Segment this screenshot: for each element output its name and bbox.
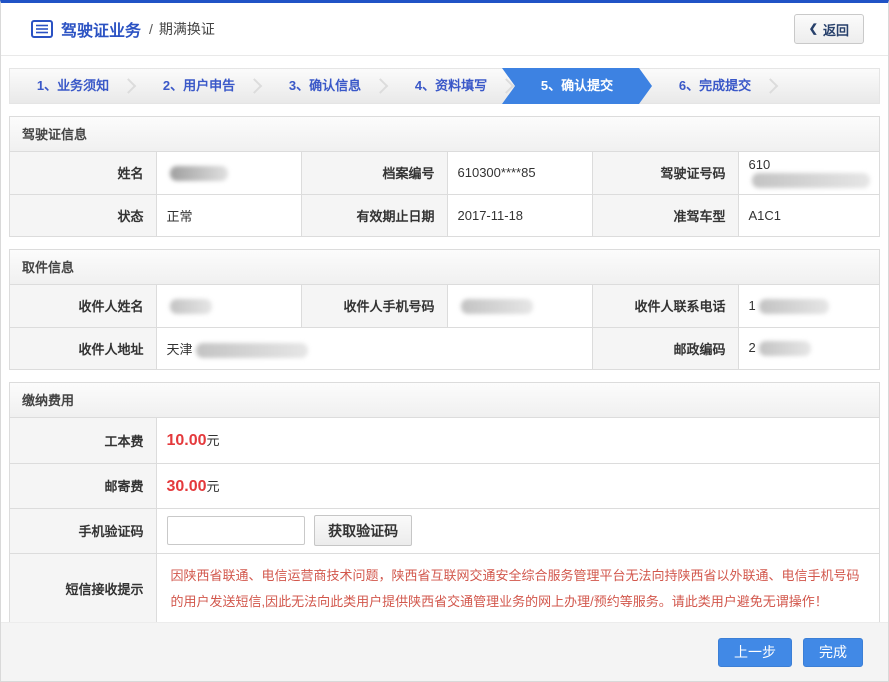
vehicle-class-value: A1C1 <box>738 194 879 236</box>
step-1-business-notice[interactable]: 1、业务须知 <box>10 69 136 103</box>
recipient-mobile-label: 收件人手机号码 <box>301 285 447 327</box>
step-3-confirm-info[interactable]: 3、确认信息 <box>262 69 388 103</box>
page-header: 驾驶证业务 / 期满换证 ❮ 返回 <box>1 3 888 56</box>
table-row: 手机验证码 获取验证码 <box>10 508 879 553</box>
form-list-icon <box>31 20 53 38</box>
sms-code-cell: 获取验证码 <box>156 508 879 553</box>
breadcrumb-separator: / <box>149 21 153 37</box>
production-fee-label: 工本费 <box>10 418 156 463</box>
postal-code-value: 2 <box>738 327 879 369</box>
license-no-value: 610 <box>738 152 879 194</box>
redacted-name <box>170 166 228 181</box>
recipient-address-label: 收件人地址 <box>10 327 156 369</box>
recipient-mobile-value <box>447 285 592 327</box>
mailing-fee-amount: 30.00 <box>167 478 207 495</box>
recipient-phone-value: 1 <box>738 285 879 327</box>
valid-until-value: 2017-11-18 <box>447 194 592 236</box>
pickup-info-panel: 取件信息 收件人姓名 收件人手机号码 收件人联系电话 1 收件人地址 天津 邮政… <box>9 249 880 370</box>
step-2-user-declaration[interactable]: 2、用户申告 <box>136 69 262 103</box>
redacted-recipient-address <box>196 343 308 358</box>
get-code-button[interactable]: 获取验证码 <box>314 515 412 546</box>
production-fee-value: 10.00元 <box>156 418 879 463</box>
table-row: 收件人地址 天津 邮政编码 2 <box>10 327 879 369</box>
previous-step-button[interactable]: 上一步 <box>718 638 792 667</box>
page: 驾驶证业务 / 期满换证 ❮ 返回 1、业务须知 2、用户申告 3、确认信息 4… <box>0 0 889 682</box>
step-6-complete-submit[interactable]: 6、完成提交 <box>652 69 778 103</box>
mailing-fee-label: 邮寄费 <box>10 463 156 508</box>
fees-title: 缴纳费用 <box>10 383 879 418</box>
redacted-recipient-name <box>170 299 212 314</box>
license-info-title: 驾驶证信息 <box>10 117 879 152</box>
fees-table: 工本费 10.00元 邮寄费 30.00元 手机验证码 获取验证码 短信接收提 <box>10 418 879 624</box>
back-button-label: 返回 <box>823 20 849 39</box>
sms-notice-text: 因陕西省联通、电信运营商技术问题，陕西省互联网交通安全综合服务管理平台无法向持陕… <box>156 553 879 624</box>
sms-code-input[interactable] <box>167 516 305 545</box>
vehicle-class-label: 准驾车型 <box>592 194 738 236</box>
postal-code-label: 邮政编码 <box>592 327 738 369</box>
page-title: 驾驶证业务 <box>61 17 141 41</box>
production-fee-unit: 元 <box>207 433 220 448</box>
table-row: 工本费 10.00元 <box>10 418 879 463</box>
status-value: 正常 <box>156 194 301 236</box>
redacted-postal-code <box>759 341 811 356</box>
table-row: 姓名 档案编号 610300****85 驾驶证号码 610 <box>10 152 879 194</box>
recipient-name-value <box>156 285 301 327</box>
valid-until-label: 有效期止日期 <box>301 194 447 236</box>
status-label: 状态 <box>10 194 156 236</box>
fees-panel: 缴纳费用 工本费 10.00元 邮寄费 30.00元 手机验证码 获取验证码 <box>9 382 880 625</box>
redacted-recipient-mobile <box>461 299 533 314</box>
license-info-table: 姓名 档案编号 610300****85 驾驶证号码 610 状态 正常 有效期… <box>10 152 879 236</box>
pickup-info-title: 取件信息 <box>10 250 879 285</box>
license-info-panel: 驾驶证信息 姓名 档案编号 610300****85 驾驶证号码 610 状态 … <box>9 116 880 237</box>
name-label: 姓名 <box>10 152 156 194</box>
back-button[interactable]: ❮ 返回 <box>794 14 864 44</box>
chevron-left-icon: ❮ <box>809 24 818 35</box>
sms-code-label: 手机验证码 <box>10 508 156 553</box>
redacted-recipient-phone <box>759 299 829 314</box>
sms-notice-label: 短信接收提示 <box>10 553 156 624</box>
file-no-label: 档案编号 <box>301 152 447 194</box>
breadcrumb-current: 期满换证 <box>159 19 215 39</box>
name-value <box>156 152 301 194</box>
footer-bar: 上一步 完成 <box>1 622 888 681</box>
recipient-phone-label: 收件人联系电话 <box>592 285 738 327</box>
mailing-fee-unit: 元 <box>207 479 220 494</box>
table-row: 短信接收提示 因陕西省联通、电信运营商技术问题，陕西省互联网交通安全综合服务管理… <box>10 553 879 624</box>
mailing-fee-value: 30.00元 <box>156 463 879 508</box>
recipient-name-label: 收件人姓名 <box>10 285 156 327</box>
table-row: 收件人姓名 收件人手机号码 收件人联系电话 1 <box>10 285 879 327</box>
recipient-address-value: 天津 <box>156 327 592 369</box>
table-row: 邮寄费 30.00元 <box>10 463 879 508</box>
production-fee-amount: 10.00 <box>167 432 207 449</box>
step-5-confirm-submit[interactable]: 5、确认提交 <box>502 68 652 104</box>
license-no-label: 驾驶证号码 <box>592 152 738 194</box>
finish-button[interactable]: 完成 <box>803 638 863 667</box>
step-4-fill-data[interactable]: 4、资料填写 <box>388 69 514 103</box>
file-no-value: 610300****85 <box>447 152 592 194</box>
table-row: 状态 正常 有效期止日期 2017-11-18 准驾车型 A1C1 <box>10 194 879 236</box>
step-wizard: 1、业务须知 2、用户申告 3、确认信息 4、资料填写 5、确认提交 6、完成提… <box>9 68 880 104</box>
redacted-license-no <box>752 173 870 188</box>
pickup-info-table: 收件人姓名 收件人手机号码 收件人联系电话 1 收件人地址 天津 邮政编码 2 <box>10 285 879 369</box>
